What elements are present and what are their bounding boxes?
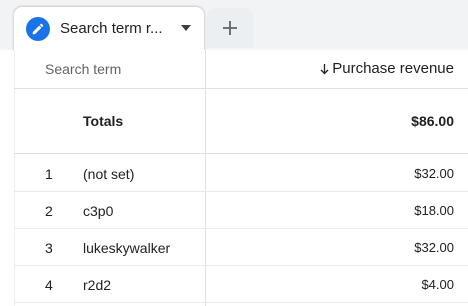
pencil-icon bbox=[32, 23, 44, 35]
caret-down-icon[interactable] bbox=[178, 20, 194, 36]
table-row[interactable]: 1 (not set) $32.00 bbox=[14, 154, 468, 192]
row-purchase-revenue: $4.00 bbox=[421, 277, 454, 292]
totals-row: Totals $86.00 bbox=[14, 89, 468, 154]
row-search-term: lukeskywalker bbox=[83, 240, 171, 256]
plus-icon bbox=[223, 21, 237, 35]
row-index: 3 bbox=[45, 240, 53, 256]
totals-label: Totals bbox=[83, 113, 124, 129]
dimension-header[interactable]: Search term bbox=[45, 61, 121, 77]
table-row[interactable]: 3 lukeskywalker $32.00 bbox=[14, 228, 468, 266]
tab-search-term-report[interactable]: Search term r... bbox=[14, 7, 204, 51]
totals-value: $86.00 bbox=[411, 113, 454, 129]
table-row[interactable]: 4 r2d2 $4.00 bbox=[14, 265, 468, 303]
row-index: 1 bbox=[45, 166, 53, 182]
arrow-down-icon bbox=[320, 63, 329, 74]
data-table: Search term Purchase revenue Totals $86.… bbox=[14, 50, 468, 306]
tab-label: Search term r... bbox=[60, 20, 163, 37]
row-purchase-revenue: $18.00 bbox=[414, 203, 454, 218]
row-purchase-revenue: $32.00 bbox=[414, 240, 454, 255]
row-search-term: r2d2 bbox=[83, 277, 112, 293]
add-tab-surface bbox=[207, 8, 253, 48]
row-index: 2 bbox=[45, 203, 53, 219]
metric-header-label: Purchase revenue bbox=[332, 60, 454, 77]
metric-header[interactable]: Purchase revenue bbox=[319, 60, 454, 77]
row-search-term: c3p0 bbox=[83, 203, 114, 219]
add-tab-button[interactable] bbox=[206, 7, 254, 49]
table-row[interactable]: 2 c3p0 $18.00 bbox=[14, 191, 468, 229]
exploration-view: Search term r... Search term Purchase re… bbox=[0, 0, 468, 306]
row-search-term: (not set) bbox=[83, 166, 135, 182]
tab-strip: Search term r... bbox=[0, 0, 468, 51]
row-purchase-revenue: $32.00 bbox=[414, 166, 454, 181]
table-header-row: Search term Purchase revenue bbox=[14, 50, 468, 89]
row-index: 4 bbox=[45, 277, 53, 293]
edit-tab-button[interactable] bbox=[26, 17, 50, 41]
